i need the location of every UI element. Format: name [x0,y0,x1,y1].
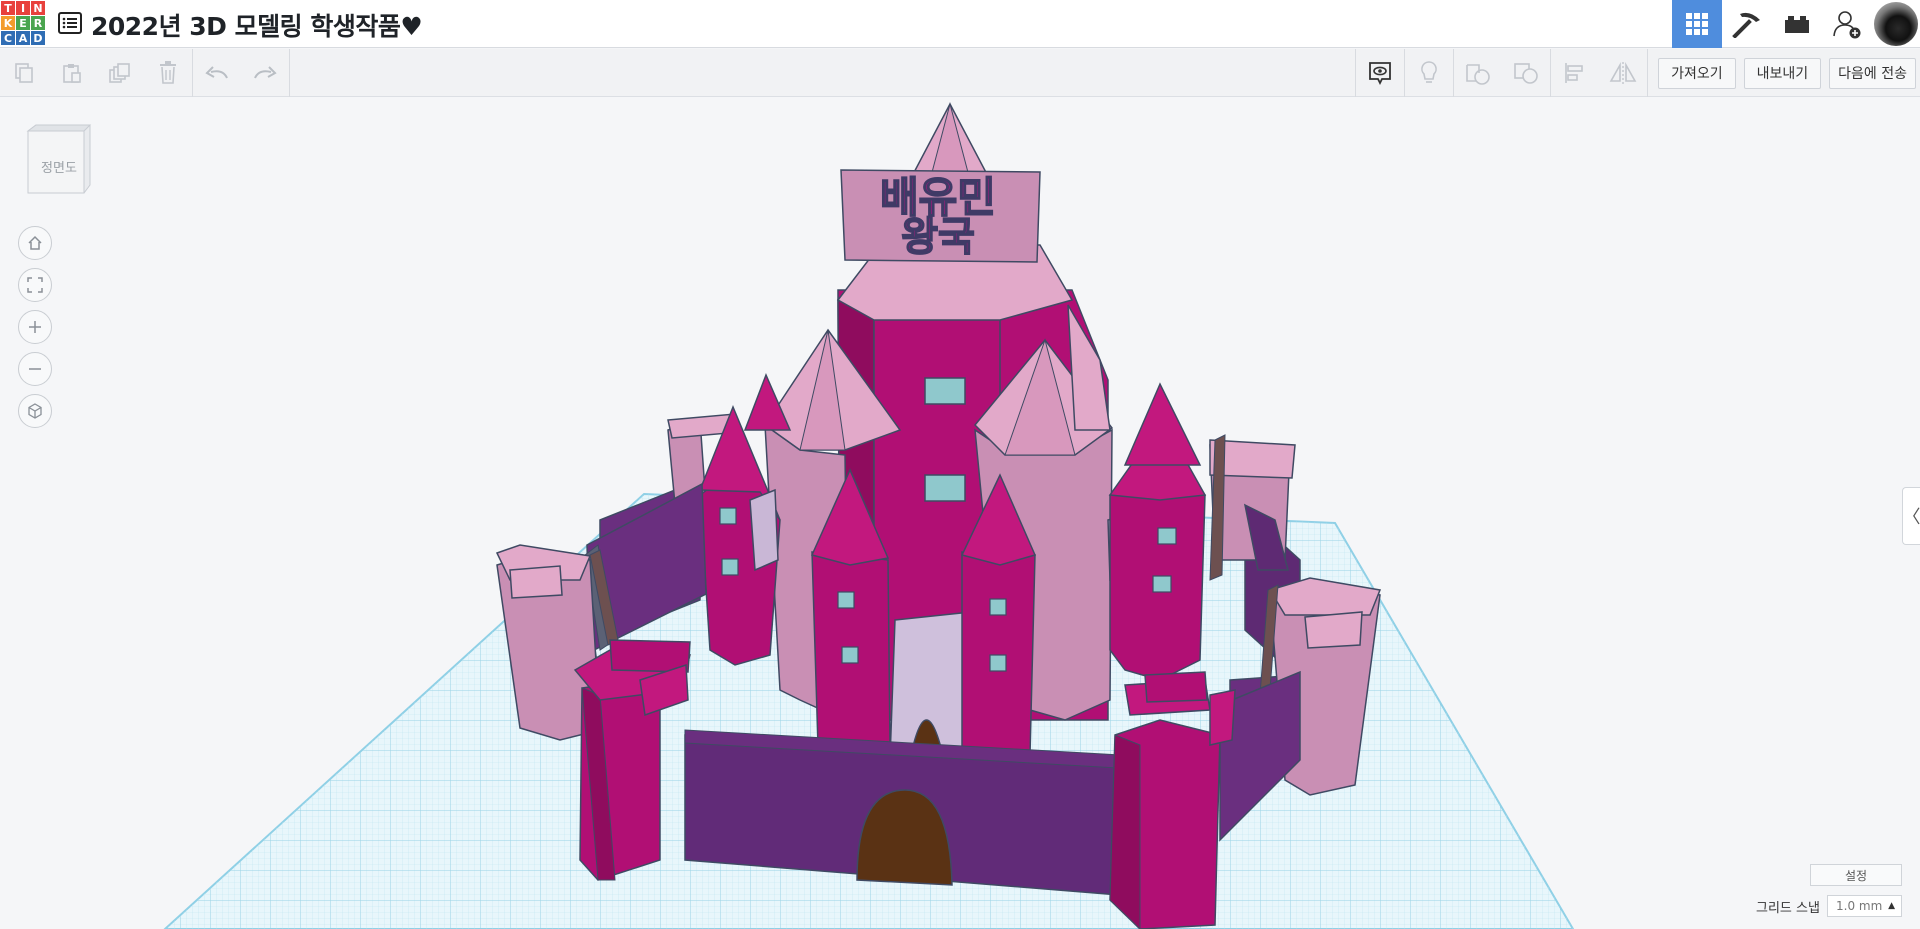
user-avatar-button[interactable] [1872,0,1920,48]
fit-view-icon [27,277,43,293]
design-list-icon[interactable] [58,12,82,34]
light-bulb-button[interactable] [1405,49,1453,97]
logo-letter: N [31,1,45,15]
export-button[interactable]: 내보내기 [1743,57,1822,89]
design-workspace[interactable]: 배유민 왕국 정면도 〈 설정 그리드 스냅 1.0 mm ▲ [0,97,1920,929]
align-icon [1565,63,1583,83]
toolbar-divider [289,49,290,97]
tinkercad-logo[interactable]: T I N K E R C A D [0,0,46,46]
design-title[interactable]: 2022년 3D 모델링 학생작품♥ [91,7,423,43]
view-cube[interactable]: 정면도 [26,123,92,203]
logo-letter: E [16,16,30,30]
3d-design-view-button[interactable] [1672,0,1722,48]
logo-letter: C [1,31,15,45]
undo-button[interactable] [193,49,241,97]
home-view-button[interactable] [18,226,52,260]
perspective-icon [28,403,42,419]
import-button[interactable]: 가져오기 [1658,57,1736,89]
3d-design-view-icon [1686,13,1708,35]
logo-letter: T [1,1,15,15]
view-navigation-controls [18,226,52,436]
paste-button[interactable] [48,49,96,97]
logo-letter: A [16,31,30,45]
notes-visibility-button[interactable] [1356,49,1404,97]
paste-icon [63,64,81,83]
sign-text-line2: 왕국 [901,214,975,260]
group-button[interactable] [1502,49,1550,97]
perspective-button[interactable] [18,394,52,428]
toolbar-divider [1647,49,1649,97]
mirror-icon [1609,61,1637,84]
shape-icon [1466,64,1490,85]
grid-snap-value: 1.0 mm [1836,899,1883,913]
zoom-out-button[interactable] [18,352,52,386]
align-button[interactable] [1551,49,1599,97]
redo-icon [254,66,277,79]
duplicate-icon [109,63,130,83]
castle-name-sign[interactable]: 배유민 왕국 [840,169,1041,263]
settings-button[interactable]: 설정 [1810,864,1902,886]
top-right-nav [1672,0,1920,48]
blocks-view-button[interactable] [1722,0,1772,48]
zoom-in-icon [29,321,41,333]
logo-letter: I [16,1,30,15]
front-right-gate-tower[interactable] [1109,671,1236,929]
logo-letter: K [1,16,15,30]
group-icon [1514,63,1538,84]
workplane-scene[interactable]: 배유민 왕국 [0,97,1920,929]
copy-button[interactable] [0,49,48,97]
copy-icon [15,63,33,83]
zoom-out-icon [29,368,41,370]
zoom-in-button[interactable] [18,310,52,344]
light-bulb-icon [1421,61,1437,83]
small-tower-right-back[interactable] [1123,382,1202,466]
duplicate-button[interactable] [96,49,144,97]
edit-toolbar: 가져오기 내보내기 다음에 전송 [0,49,1920,97]
edit-tools [0,49,290,97]
grid-snap-label: 그리드 스냅 [1756,901,1820,916]
send-to-button[interactable]: 다음에 전송 [1829,57,1916,89]
undo-icon [205,66,228,79]
avatar [1874,2,1918,46]
bricks-view-button[interactable] [1772,0,1822,48]
top-bar: T I N K E R C A D 2022년 3D 모델링 학생작품♥ [0,0,1920,48]
mirror-button[interactable] [1599,49,1647,97]
grid-snap-select[interactable]: 1.0 mm ▲ [1827,895,1902,917]
caret-up-icon: ▲ [1888,901,1895,911]
logo-letter: D [31,31,45,45]
invite-user-button[interactable] [1822,0,1872,48]
invite-user-icon [1833,11,1861,39]
delete-button[interactable] [144,49,192,97]
logo-letter: R [31,16,45,30]
side-panel-toggle[interactable]: 〈 [1902,487,1920,545]
view-tools: 가져오기 내보내기 다음에 전송 [1355,49,1920,97]
view-cube-label: 정면도 [41,161,77,176]
shape-button[interactable] [1454,49,1502,97]
blocks-pickaxe-icon [1732,12,1760,38]
delete-icon [160,61,176,84]
bricks-icon [1785,16,1809,33]
fit-view-button[interactable] [18,268,52,302]
redo-button[interactable] [241,49,289,97]
home-icon [28,235,42,250]
notes-visibility-icon [1369,62,1391,86]
